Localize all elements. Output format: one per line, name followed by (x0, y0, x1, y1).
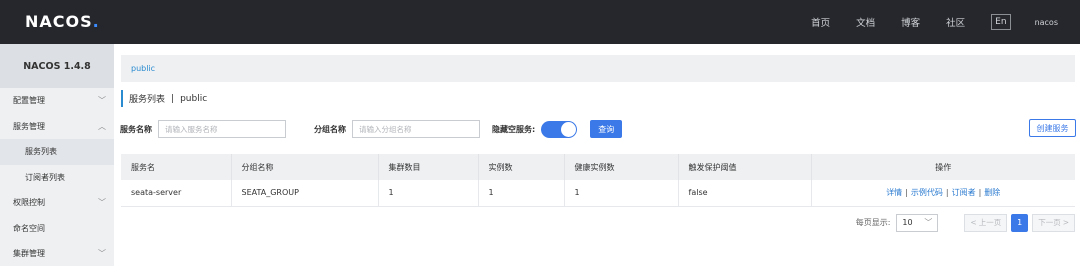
chevron-left-icon: < (970, 218, 977, 227)
delete-link[interactable]: 删除 (984, 188, 1000, 197)
column-header: 触发保护阈值 (678, 154, 812, 180)
breadcrumb: public (121, 55, 1075, 82)
title-separator: | (171, 93, 175, 104)
service-name-input[interactable]: 请输入服务名称 (158, 120, 286, 138)
column-header: 分组名称 (231, 154, 379, 180)
filter-bar: 服务名称 请输入服务名称 分组名称 请输入分组名称 隐藏空服务: 查询 (120, 119, 623, 139)
page-size-label: 每页显示: (855, 218, 891, 227)
hide-empty-toggle[interactable] (541, 120, 578, 138)
nav-docs-link[interactable]: 文档 (856, 15, 875, 29)
user-name[interactable]: nacos (1035, 18, 1058, 27)
nav-home-link[interactable]: 首页 (811, 15, 830, 29)
sidebar-title: NACOS 1.4.8 (0, 44, 114, 88)
cell-healthy-count: 1 (564, 180, 679, 207)
cell-cluster-count: 1 (378, 180, 479, 207)
group-name-input[interactable]: 请输入分组名称 (352, 120, 480, 138)
sidebar-item-config-management[interactable]: 配置管理 ﹀ (0, 88, 114, 114)
group-name-label: 分组名称 (314, 124, 346, 134)
query-button[interactable]: 查询 (590, 120, 623, 138)
column-header: 服务名 (121, 154, 232, 180)
sidebar-item-cluster-management[interactable]: 集群管理 ﹀ (0, 241, 114, 267)
top-bar: NACOS. 首页 文档 博客 社区 En nacos (0, 0, 1080, 44)
sidebar-item-namespace[interactable]: 命名空间 (0, 216, 114, 242)
column-header: 操作 (811, 154, 1075, 180)
page-title-text: 服务列表 (129, 95, 166, 105)
table-header-row: 服务名 分组名称 集群数目 实例数 健康实例数 触发保护阈值 操作 (121, 154, 1075, 180)
chevron-up-icon: ︿ (98, 121, 106, 131)
sidebar-item-label: 命名空间 (13, 223, 45, 233)
nav-community-link[interactable]: 社区 (946, 15, 965, 29)
logo-dot: . (92, 12, 100, 31)
page-size-select[interactable]: 10 ﹀ (896, 213, 939, 232)
op-separator: | (945, 188, 949, 198)
sidebar-item-subscriber-list[interactable]: 订阅者列表 (0, 165, 114, 191)
page-title-namespace: public (180, 93, 208, 104)
language-switch-button[interactable]: En (991, 14, 1011, 30)
top-nav: 首页 文档 博客 社区 En nacos (811, 0, 1080, 44)
sidebar: NACOS 1.4.8 配置管理 ﹀ 服务管理 ︿ 服务列表 订阅者列表 权限控… (0, 44, 114, 266)
page-title: 服务列表 | public (121, 90, 207, 107)
service-table: 服务名 分组名称 集群数目 实例数 健康实例数 触发保护阈值 操作 seata-… (121, 154, 1075, 207)
next-page-label: 下一页 (1038, 218, 1061, 227)
chevron-down-icon: ﹀ (98, 96, 106, 106)
service-name-label: 服务名称 (120, 124, 152, 134)
column-header: 实例数 (478, 154, 565, 180)
breadcrumb-namespace[interactable]: public (131, 64, 155, 73)
cell-operations: 详情 | 示例代码 | 订阅者 | 删除 (811, 180, 1075, 207)
prev-page-label: 上一页 (978, 218, 1002, 227)
op-separator: | (978, 188, 982, 198)
column-header: 集群数目 (378, 154, 479, 180)
prev-page-button[interactable]: < 上一页 (964, 213, 1008, 232)
nav-blog-link[interactable]: 博客 (901, 15, 920, 29)
hide-empty-label: 隐藏空服务: (492, 124, 536, 134)
pagination: 每页显示: 10 ﹀ < 上一页 1 下一页 > (856, 213, 1075, 232)
chevron-down-icon: ﹀ (924, 218, 933, 227)
next-page-button[interactable]: 下一页 > (1032, 213, 1075, 232)
cell-service-name: seata-server (121, 180, 232, 207)
sidebar-item-label: 集群管理 (13, 249, 45, 259)
op-separator: | (905, 188, 908, 198)
sidebar-item-label: 权限控制 (13, 198, 45, 208)
sidebar-item-label: 服务列表 (25, 147, 57, 157)
sidebar-item-label: 配置管理 (13, 96, 45, 106)
chevron-down-icon: ﹀ (98, 249, 106, 259)
sidebar-item-label: 订阅者列表 (25, 172, 65, 182)
cell-instance-count: 1 (478, 180, 565, 207)
sample-code-link[interactable]: 示例代码 (911, 188, 943, 197)
sidebar-item-service-management[interactable]: 服务管理 ︿ (0, 114, 114, 140)
page-size-value: 10 (902, 218, 913, 227)
chevron-down-icon: ﹀ (98, 198, 106, 208)
sidebar-item-access-control[interactable]: 权限控制 ﹀ (0, 190, 114, 216)
details-link[interactable]: 详情 (886, 188, 902, 197)
current-page-button[interactable]: 1 (1011, 213, 1029, 232)
sidebar-item-service-list[interactable]: 服务列表 (0, 139, 114, 165)
main-content: public 服务列表 | public 服务名称 请输入服务名称 分组名称 请… (114, 44, 1080, 266)
logo-text: NACOS (25, 12, 93, 31)
cell-group-name: SEATA_GROUP (231, 180, 379, 207)
create-service-button[interactable]: 创建服务 (1029, 119, 1076, 137)
sidebar-item-label: 服务管理 (13, 121, 45, 131)
column-header: 健康实例数 (564, 154, 679, 180)
cell-threshold: false (678, 180, 812, 207)
subscribers-link[interactable]: 订阅者 (952, 188, 976, 197)
nacos-logo[interactable]: NACOS. (25, 12, 100, 31)
toggle-knob (561, 121, 577, 137)
table-row: seata-server SEATA_GROUP 1 1 1 false 详情 |… (121, 180, 1075, 207)
chevron-right-icon: > (1062, 218, 1069, 227)
